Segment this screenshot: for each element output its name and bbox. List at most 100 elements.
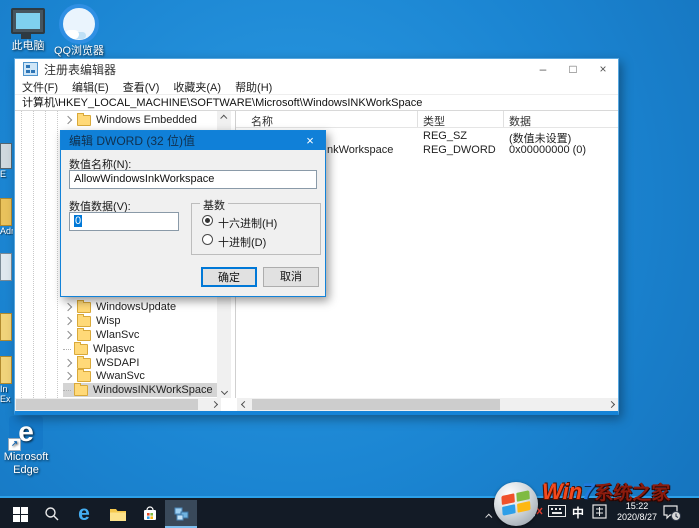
- tree-guide: [57, 111, 58, 398]
- search-icon: [44, 506, 60, 522]
- tree-item-label: WlanSvc: [96, 329, 139, 341]
- chevron-up-icon: [485, 514, 492, 521]
- dialog-title: 编辑 DWORD (32 位)值: [69, 132, 195, 149]
- chevron-right-icon[interactable]: [64, 331, 72, 339]
- hex-radio[interactable]: [202, 215, 213, 226]
- tree-connector: [63, 390, 71, 391]
- desktop-icon-label: Edge: [0, 465, 52, 476]
- header-divider: [236, 127, 618, 128]
- dec-radio-label[interactable]: 十进制(D): [218, 234, 266, 250]
- desktop-icon-fragment: In Ex: [0, 356, 13, 408]
- base-group-label: 基数: [200, 197, 228, 213]
- taskbar-explorer-button[interactable]: [102, 500, 134, 528]
- address-bar[interactable]: 计算机\HKEY_LOCAL_MACHINE\SOFTWARE\Microsof…: [15, 95, 618, 111]
- tree-item[interactable]: WSDAPI: [63, 356, 139, 370]
- partial-label: In: [0, 384, 8, 394]
- column-separator[interactable]: [417, 111, 418, 127]
- partial-label: Adm: [0, 226, 13, 236]
- tree-horizontal-scrollbar[interactable]: [15, 398, 221, 411]
- value-type: REG_SZ: [423, 130, 467, 142]
- tree-item[interactable]: Wisp: [63, 314, 120, 328]
- tree-item[interactable]: WindowsUpdate: [63, 300, 176, 314]
- chevron-right-icon[interactable]: [64, 303, 72, 311]
- action-center-button[interactable]: [662, 503, 682, 528]
- value-name-field[interactable]: AllowWindowsInkWorkspace: [69, 170, 317, 189]
- window-title: 注册表编辑器: [44, 61, 116, 78]
- tree-item[interactable]: Windows Embedded: [63, 113, 197, 127]
- tree-connector: [63, 349, 71, 350]
- tree-item[interactable]: Wlpasvc: [63, 342, 135, 356]
- start-button[interactable]: [4, 500, 36, 528]
- regedit-icon: [173, 506, 190, 522]
- chevron-right-icon[interactable]: [64, 359, 72, 367]
- desktop-icon-edge[interactable]: e↗ Microsoft Edge: [0, 416, 52, 476]
- partial-icon: [0, 143, 12, 169]
- desktop-icon-fragment: [0, 313, 13, 347]
- value-type: REG_DWORD: [423, 144, 496, 156]
- taskbar-edge-button[interactable]: e: [68, 500, 100, 528]
- scroll-left-button[interactable]: [237, 398, 251, 411]
- tree-item-label: WindowsUpdate: [96, 301, 176, 313]
- folder-icon: [74, 385, 88, 396]
- tree-guide: [33, 111, 34, 398]
- ok-button[interactable]: 确定: [201, 267, 257, 287]
- scroll-down-button[interactable]: [217, 385, 231, 398]
- menu-file[interactable]: 文件(F): [15, 79, 65, 95]
- tray-ime-mode-icon[interactable]: [592, 504, 607, 528]
- tree-item-selected[interactable]: WindowsINKWorkSpace: [63, 383, 217, 397]
- dialog-title-bar[interactable]: 编辑 DWORD (32 位)值 ×: [61, 131, 325, 150]
- scroll-up-button[interactable]: [217, 111, 231, 124]
- qq-browser-icon: [59, 4, 99, 44]
- menu-bar: 文件(F) 编辑(E) 查看(V) 收藏夹(A) 帮助(H): [15, 79, 618, 95]
- close-button[interactable]: ×: [588, 59, 618, 79]
- clock-time: 15:22: [614, 501, 660, 512]
- partial-label: Ex: [0, 394, 11, 404]
- desktop-icon-qq-browser[interactable]: QQ浏览器: [53, 4, 105, 57]
- taskbar-store-button[interactable]: [134, 500, 166, 528]
- scroll-right-button[interactable]: [604, 398, 618, 411]
- cancel-button[interactable]: 取消: [263, 267, 319, 287]
- desktop-icon-label: Microsoft: [0, 452, 52, 463]
- desktop-icon-label: 此电脑: [2, 41, 54, 52]
- taskbar-regedit-button[interactable]: [165, 500, 197, 528]
- dec-radio[interactable]: [202, 234, 213, 245]
- dialog-close-button[interactable]: ×: [295, 131, 325, 150]
- menu-edit[interactable]: 编辑(E): [65, 79, 116, 95]
- tray-volume-muted-icon[interactable]: [527, 504, 544, 528]
- tree-item-label: Wisp: [96, 315, 120, 327]
- scrollbar-thumb[interactable]: [16, 399, 198, 410]
- desktop-icon-fragment: E: [0, 143, 13, 188]
- tray-hidden-icons-button[interactable]: [487, 506, 492, 528]
- taskbar-clock[interactable]: 15:22 2020/8/27: [614, 501, 660, 523]
- tray-keyboard-icon[interactable]: [548, 505, 566, 528]
- maximize-button[interactable]: □: [558, 59, 588, 79]
- scroll-right-button[interactable]: [207, 398, 221, 411]
- hex-radio-label[interactable]: 十六进制(H): [218, 215, 277, 231]
- minimize-button[interactable]: –: [528, 59, 558, 79]
- scrollbar-thumb[interactable]: [252, 399, 500, 410]
- tray-ime-indicator[interactable]: 中: [572, 504, 584, 528]
- tree-item[interactable]: WlanSvc: [63, 328, 139, 342]
- edge-icon: e: [78, 504, 90, 524]
- partial-icon: [0, 253, 12, 281]
- menu-help[interactable]: 帮助(H): [228, 79, 279, 95]
- list-horizontal-scrollbar[interactable]: [237, 398, 618, 411]
- regedit-app-icon: [23, 62, 38, 76]
- tray-display-icon[interactable]: [505, 504, 522, 528]
- chevron-right-icon[interactable]: [64, 116, 72, 124]
- value-data-field[interactable]: 0: [69, 212, 179, 231]
- search-button[interactable]: [36, 500, 68, 528]
- tree-item[interactable]: WwanSvc: [63, 369, 145, 383]
- chevron-right-icon[interactable]: [64, 317, 72, 325]
- title-bar[interactable]: 注册表编辑器 – □ ×: [15, 59, 618, 79]
- chevron-right-icon[interactable]: [64, 372, 72, 380]
- taskbar: e 中 15:22 2020/8/27: [0, 496, 699, 528]
- tree-guide: [21, 111, 22, 398]
- tree-item-label: WSDAPI: [96, 357, 139, 369]
- menu-favorites[interactable]: 收藏夹(A): [166, 79, 228, 95]
- menu-view[interactable]: 查看(V): [116, 79, 167, 95]
- column-separator[interactable]: [503, 111, 504, 127]
- desktop-icon-this-pc[interactable]: 此电脑: [2, 8, 54, 52]
- tree-item-label: WwanSvc: [96, 370, 145, 382]
- folder-icon: [77, 358, 91, 369]
